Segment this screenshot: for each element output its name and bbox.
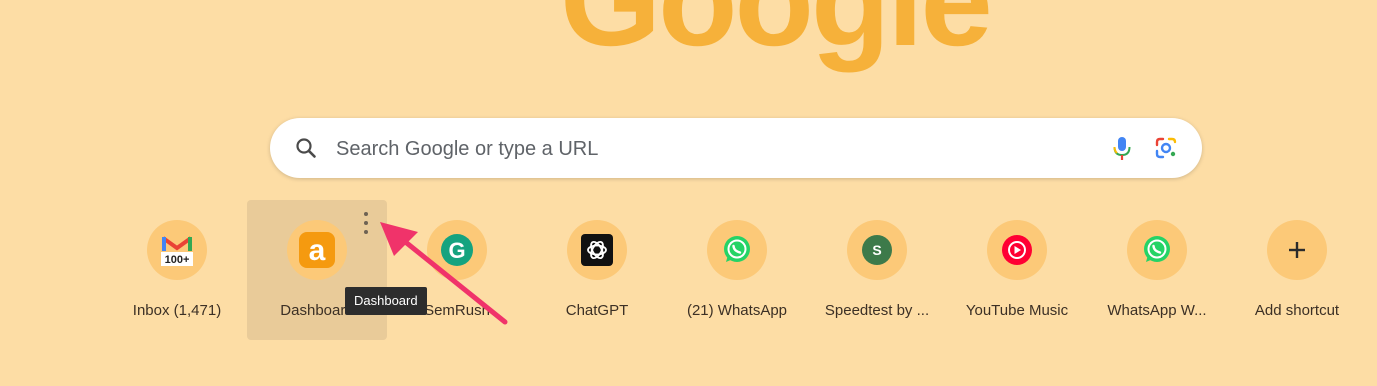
shortcut-inbox[interactable]: 100+ Inbox (1,471) [107,200,247,340]
whatsapp-icon [724,236,750,262]
search-icon [296,138,316,158]
search-input[interactable] [334,132,1098,166]
svg-text:a: a [309,234,326,267]
youtube-music-icon [1002,235,1032,265]
shortcut-label: WhatsApp W... [1107,302,1207,319]
annotation-arrow-icon [380,222,508,325]
shortcut-whatsapp-web[interactable]: WhatsApp W... [1087,200,1227,340]
shortcut-icon-circle: S [847,220,907,280]
shortcut-icon-circle [1127,220,1187,280]
shortcut-icon-circle [567,220,627,280]
shortcut-icon-circle [707,220,767,280]
shortcut-whatsapp[interactable]: (21) WhatsApp [667,200,807,340]
shortcut-label: Speedtest by ... [824,302,930,319]
speedtest-icon: S [862,235,892,265]
chatgpt-icon [581,234,613,266]
shortcut-icon-circle: 100+ [147,220,207,280]
amazon-a-icon: a [299,232,335,268]
shortcut-grid: 100+ Inbox (1,471) a Dashboard G SemRush [0,200,1377,340]
gmail-badge: 100+ [165,254,190,266]
shortcut-icon-circle [987,220,1047,280]
svg-text:S: S [872,242,881,258]
plus-icon [1289,242,1305,258]
gmail-icon: 100+ [161,236,193,266]
shortcut-label: Add shortcut [1254,302,1340,319]
microphone-icon[interactable] [1108,134,1136,162]
shortcut-chatgpt[interactable]: ChatGPT [527,200,667,340]
shortcut-add[interactable]: Add shortcut [1227,200,1367,340]
shortcut-label: (21) WhatsApp [686,302,788,319]
shortcut-icon-circle [1267,220,1327,280]
google-logo: Google [560,0,993,73]
shortcut-icon-circle: a [287,220,347,280]
search-box[interactable] [270,118,1202,178]
shortcut-label: Inbox (1,471) [132,302,222,319]
whatsapp-icon [1144,236,1170,262]
shortcut-label: YouTube Music [965,302,1069,319]
shortcut-youtube-music[interactable]: YouTube Music [947,200,1087,340]
google-lens-icon[interactable] [1152,134,1180,162]
shortcut-label: ChatGPT [565,302,629,319]
shortcut-speedtest[interactable]: S Speedtest by ... [807,200,947,340]
shortcut-dashboard[interactable]: a Dashboard [247,200,387,340]
